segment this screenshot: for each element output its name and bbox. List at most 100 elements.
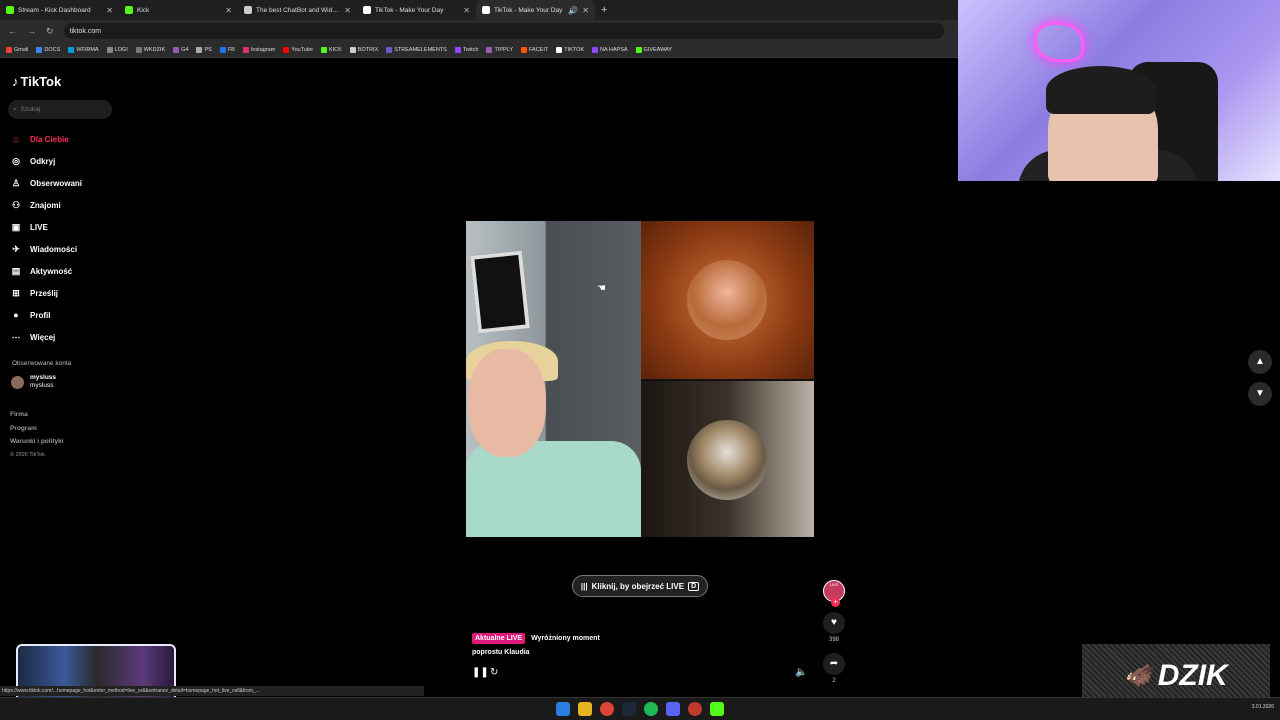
tab-tiktok-active[interactable]: TikTok - Make Your Day 🔊 ✕	[476, 0, 595, 20]
bookmark-item[interactable]: TIKTOK	[556, 46, 584, 53]
bookmark-icon	[283, 46, 290, 53]
bookmark-icon	[320, 46, 327, 53]
bookmark-item[interactable]: STREAMELEMENTS	[386, 46, 447, 53]
bookmark-icon	[196, 46, 203, 53]
sidebar-footer: Firma Program Warunki i polityki © 2026 …	[10, 408, 64, 462]
logo-text: TikTok	[20, 74, 62, 89]
tab-chatbot[interactable]: The best ChatBot and Widgets ✕	[238, 0, 357, 20]
nav-item-more[interactable]: ⋯ Więcej	[10, 326, 82, 348]
taskbar-apps	[556, 702, 724, 716]
nav-item-upload[interactable]: ⊞ Prześlij	[10, 282, 82, 304]
close-icon[interactable]: ✕	[106, 6, 113, 15]
bookmark-item[interactable]: GIVEAWAY	[635, 46, 673, 53]
bookmark-label: Gmail	[14, 46, 29, 53]
close-icon[interactable]: ✕	[225, 6, 232, 15]
bookmark-icon	[486, 46, 493, 53]
pause-icon[interactable]: ❚❚	[472, 667, 489, 678]
bookmark-item[interactable]: DOCS	[36, 46, 60, 53]
kick-icon[interactable]	[710, 702, 724, 716]
nav-item-activity[interactable]: ▤ Aktywność	[10, 260, 82, 282]
action-bar: LIVE + ♥ 398 ➦ 2	[820, 580, 848, 684]
followed-account-item[interactable]: mysluss mysluss	[11, 374, 56, 390]
search-input[interactable]: ⌕ Szukaj	[8, 100, 112, 119]
activity-icon: ▤	[11, 265, 21, 276]
refresh-icon[interactable]: ↻	[490, 667, 498, 678]
close-icon[interactable]: ✕	[463, 6, 470, 15]
windows-start-icon[interactable]	[556, 702, 570, 716]
kick-icon	[6, 6, 14, 14]
live-video-player[interactable]	[466, 221, 814, 537]
bookmark-icon	[135, 46, 142, 53]
watch-live-button[interactable]: ||| Kliknij, by obejrzeć LIVE D	[572, 575, 708, 597]
like-button[interactable]: ♥	[823, 612, 845, 634]
bookmark-item[interactable]: Instagram	[242, 46, 275, 53]
boar-icon: 🐗	[1124, 663, 1152, 688]
nav-item-messages[interactable]: ✈ Wiadomości	[10, 238, 82, 260]
back-icon[interactable]: ←	[8, 26, 17, 36]
share-button[interactable]: ➦	[823, 653, 845, 675]
creator-avatar[interactable]: LIVE +	[823, 580, 845, 607]
footer-link-program[interactable]: Program	[10, 422, 64, 436]
status-url-bar: https://www.tiktok.com/...homepage_hot&e…	[0, 686, 424, 696]
obs-icon[interactable]	[688, 702, 702, 716]
chrome-icon[interactable]	[600, 702, 614, 716]
nav-item-live[interactable]: ▣ LIVE	[10, 216, 82, 238]
bookmark-label: Twitch	[462, 46, 479, 53]
nav-item-profile[interactable]: ● Profil	[10, 304, 82, 326]
follow-plus-icon[interactable]: +	[831, 598, 840, 607]
nav-item-for-you[interactable]: ⌂ Dla Ciebie	[10, 128, 82, 150]
bookmark-item[interactable]: KICK	[320, 46, 342, 53]
bookmark-icon	[173, 46, 180, 53]
search-icon: ⌕	[13, 105, 17, 113]
nav-item-explore[interactable]: ◎ Odkryj	[10, 150, 82, 172]
bookmark-item[interactable]: G4	[173, 46, 188, 53]
folder-icon[interactable]	[578, 702, 592, 716]
volume-icon[interactable]: 🔈	[795, 667, 807, 678]
more-icon: ⋯	[11, 331, 21, 342]
bookmark-item[interactable]: WKDZIK	[135, 46, 165, 53]
bookmark-icon	[556, 46, 563, 53]
current-live-badge: Aktualne LIVE	[472, 633, 526, 644]
bookmark-item[interactable]: NA HAPSA	[592, 46, 628, 53]
tab-label: The best ChatBot and Widgets	[256, 6, 341, 14]
tab-tiktok[interactable]: TikTok - Make Your Day ✕	[357, 0, 476, 20]
bookmark-item[interactable]: FB	[219, 46, 235, 53]
bookmark-item[interactable]: LOGI	[106, 46, 128, 53]
forward-icon[interactable]: →	[27, 26, 36, 36]
bookmark-item[interactable]: Gmail	[6, 46, 29, 53]
search-placeholder: Szukaj	[20, 106, 41, 113]
share-icon: ➦	[829, 658, 839, 669]
discord-icon[interactable]	[666, 702, 680, 716]
video-panel-main	[466, 221, 641, 537]
bookmark-item[interactable]: FACEIT	[520, 46, 548, 53]
footer-link-company[interactable]: Firma	[10, 408, 64, 422]
tab-label: Stream - Kick Dashboard	[18, 6, 91, 14]
steam-icon[interactable]	[622, 702, 636, 716]
bookmark-item[interactable]: YouTube	[283, 46, 313, 53]
previous-video-button[interactable]: ▲	[1248, 350, 1272, 374]
nav-item-friends[interactable]: ⚇ Znajomi	[10, 194, 82, 216]
tab-kick[interactable]: Kick ✕	[119, 0, 238, 20]
tiktok-logo[interactable]: ♪ TikTok	[12, 74, 61, 89]
footer-link-terms[interactable]: Warunki i polityki	[10, 435, 64, 449]
nav-item-following[interactable]: ♙ Obserwowani	[10, 172, 82, 194]
browser-tab-bar: Stream - Kick Dashboard ✕ Kick ✕ The best …	[0, 0, 958, 20]
spotify-icon[interactable]	[644, 702, 658, 716]
next-video-button[interactable]: ▼	[1248, 382, 1272, 406]
bookmark-item[interactable]: BOTRIX	[349, 46, 378, 53]
streamer-face	[468, 349, 546, 457]
speaker-icon[interactable]: 🔊	[568, 6, 578, 15]
close-icon[interactable]: ✕	[344, 6, 351, 15]
new-tab-button[interactable]: +	[595, 4, 613, 16]
bookmark-label: GIVEAWAY	[643, 46, 673, 53]
reload-icon[interactable]: ↻	[46, 26, 54, 37]
bookmark-item[interactable]: Twitch	[454, 46, 479, 53]
url-field[interactable]: tiktok.com	[63, 23, 944, 39]
streamer-cap	[1046, 66, 1156, 114]
tab-kick-dashboard[interactable]: Stream - Kick Dashboard ✕	[0, 0, 119, 20]
live-avatar-badge: LIVE	[829, 582, 839, 587]
close-icon[interactable]: ✕	[582, 6, 589, 15]
bookmark-item[interactable]: TIPPLY	[486, 46, 513, 53]
bookmark-item[interactable]: WFIRMA	[68, 46, 99, 53]
bookmark-item[interactable]: PS	[196, 46, 212, 53]
